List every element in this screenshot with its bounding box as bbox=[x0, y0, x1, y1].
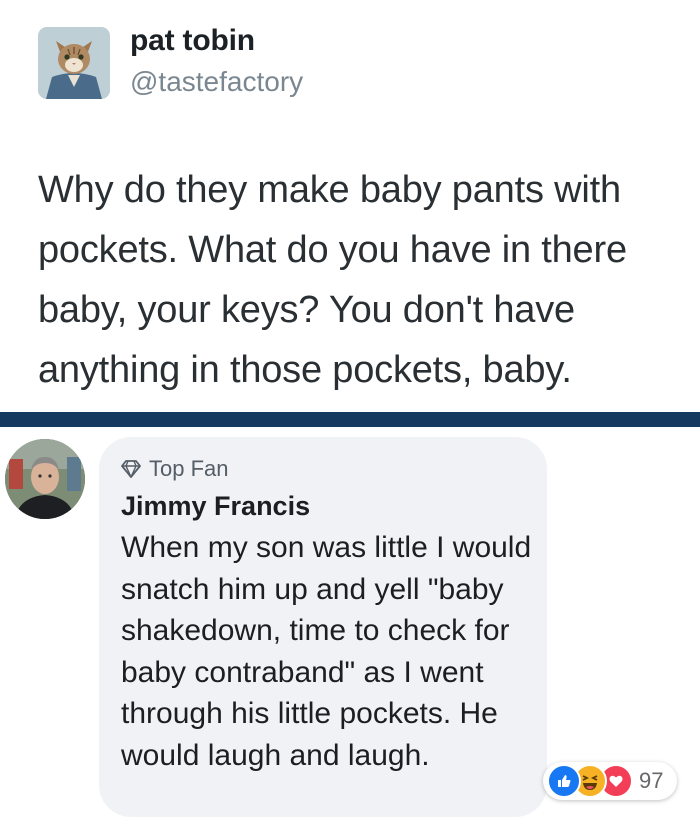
divider bbox=[0, 412, 700, 427]
comment: Top Fan Jimmy Francis When my son was li… bbox=[0, 427, 700, 831]
comment-bubble: Top Fan Jimmy Francis When my son was li… bbox=[99, 437, 547, 817]
reactions-summary[interactable]: 97 bbox=[543, 762, 678, 800]
tweet-card: pat tobin @tastefactory Why do they make… bbox=[0, 0, 700, 410]
top-fan-label: Top Fan bbox=[149, 456, 229, 481]
reaction-count: 97 bbox=[639, 768, 664, 793]
comment-text: When my son was little I would snatch hi… bbox=[121, 531, 532, 772]
cat-avatar-icon[interactable] bbox=[38, 27, 110, 99]
top-fan-badge: Top Fan bbox=[121, 456, 229, 482]
like-icon bbox=[547, 764, 581, 798]
tweet-author-name[interactable]: pat tobin bbox=[130, 24, 255, 58]
diamond-icon bbox=[121, 460, 141, 478]
man-avatar-icon[interactable] bbox=[5, 439, 85, 519]
comment-author-name[interactable]: Jimmy Francis bbox=[121, 491, 310, 522]
tweet-text: Why do they make baby pants with pockets… bbox=[38, 169, 627, 391]
page: pat tobin @tastefactory Why do they make… bbox=[0, 0, 700, 831]
tweet-author-handle[interactable]: @tastefactory bbox=[130, 66, 303, 98]
